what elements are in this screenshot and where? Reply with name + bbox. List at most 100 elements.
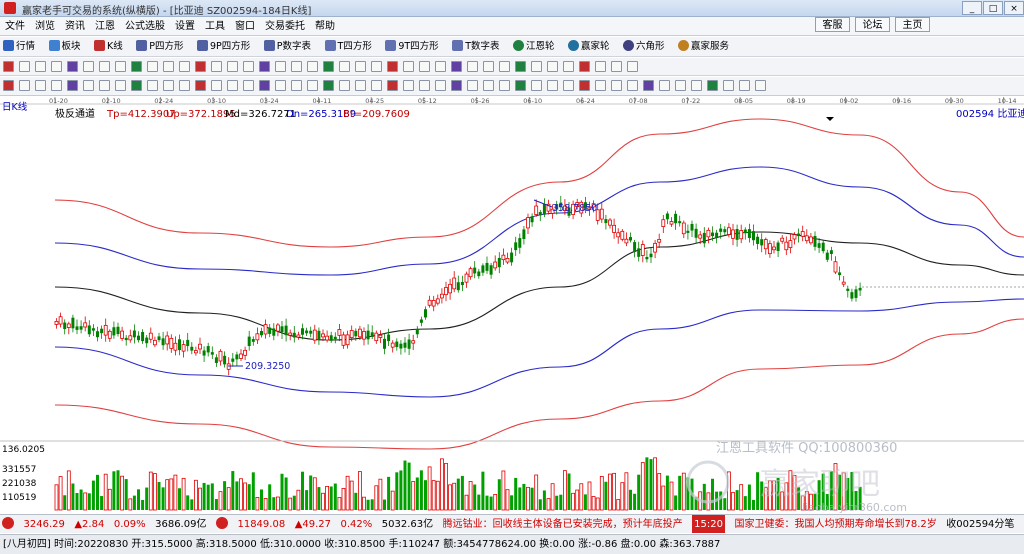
- draw-tool-icon[interactable]: [387, 61, 398, 72]
- link-service[interactable]: 客服: [815, 17, 850, 32]
- nav-tool-icon[interactable]: [163, 80, 174, 91]
- tool-p-square[interactable]: P四方形: [136, 37, 190, 56]
- link-forum[interactable]: 论坛: [855, 17, 890, 32]
- nav-tool-icon[interactable]: [387, 80, 398, 91]
- sz-index[interactable]: 11849.08: [237, 515, 285, 533]
- menu-info[interactable]: 资讯: [60, 17, 90, 35]
- watch-ticks[interactable]: 收002594分笔: [946, 515, 1014, 533]
- nav-tool-icon[interactable]: [371, 80, 382, 91]
- tool-9t-square[interactable]: 9T四方形: [385, 37, 445, 56]
- kline-chart-svg[interactable]: 01-20 02-10 02-24 03-10 03-24 04-11 04-25 05-12…: [0, 97, 1024, 514]
- draw-tool-icon[interactable]: [515, 61, 526, 72]
- menu-trade[interactable]: 交易委托: [260, 17, 310, 35]
- sh-index[interactable]: 3246.29: [24, 515, 65, 533]
- nav-tool-icon[interactable]: [67, 80, 78, 91]
- nav-tool-icon[interactable]: [19, 80, 30, 91]
- draw-tool-icon[interactable]: [419, 61, 430, 72]
- nav-tool-icon[interactable]: [451, 80, 462, 91]
- tool-winner-wheel[interactable]: 赢家轮: [568, 37, 617, 56]
- nav-tool-icon[interactable]: [531, 80, 542, 91]
- draw-tool-icon[interactable]: [227, 61, 238, 72]
- draw-tool-icon[interactable]: [547, 61, 558, 72]
- nav-tool-icon[interactable]: [339, 80, 350, 91]
- tool-winner-service[interactable]: 赢家服务: [678, 37, 736, 56]
- tool-t-table[interactable]: T数字表: [452, 37, 506, 56]
- tool-hexagon[interactable]: 六角形: [623, 37, 672, 56]
- nav-tool-icon[interactable]: [403, 80, 414, 91]
- maximize-button[interactable]: □: [983, 1, 1003, 15]
- draw-tool-icon[interactable]: [163, 61, 174, 72]
- tool-kline[interactable]: K线: [94, 37, 130, 56]
- draw-tool-icon[interactable]: [627, 61, 638, 72]
- draw-tool-icon[interactable]: [339, 61, 350, 72]
- nav-tool-icon[interactable]: [227, 80, 238, 91]
- draw-tool-icon[interactable]: [579, 61, 590, 72]
- draw-tool-icon[interactable]: [115, 61, 126, 72]
- nav-tool-icon[interactable]: [467, 80, 478, 91]
- nav-tool-icon[interactable]: [323, 80, 334, 91]
- menu-settings[interactable]: 设置: [170, 17, 200, 35]
- nav-tool-icon[interactable]: [51, 80, 62, 91]
- menu-gann[interactable]: 江恩: [90, 17, 120, 35]
- draw-tool-icon[interactable]: [403, 61, 414, 72]
- nav-tool-icon[interactable]: [675, 80, 686, 91]
- menu-tools[interactable]: 工具: [200, 17, 230, 35]
- news-ticker-2[interactable]: 国家卫健委：我国人均预期寿命增长到78.2岁: [734, 515, 936, 533]
- nav-tool-icon[interactable]: [259, 80, 270, 91]
- draw-tool-icon[interactable]: [451, 61, 462, 72]
- nav-tool-icon[interactable]: [83, 80, 94, 91]
- kline-chart[interactable]: 01-20 02-10 02-24 03-10 03-24 04-11 04-25 05-12…: [0, 97, 1024, 514]
- tool-sector[interactable]: 板块: [48, 37, 88, 56]
- nav-tool-icon[interactable]: [515, 80, 526, 91]
- draw-tool-icon[interactable]: [211, 61, 222, 72]
- draw-tool-icon[interactable]: [611, 61, 622, 72]
- nav-tool-icon[interactable]: [643, 80, 654, 91]
- nav-tool-icon[interactable]: [547, 80, 558, 91]
- nav-tool-icon[interactable]: [707, 80, 718, 91]
- menu-browse[interactable]: 浏览: [30, 17, 60, 35]
- nav-tool-icon[interactable]: [723, 80, 734, 91]
- nav-tool-icon[interactable]: [499, 80, 510, 91]
- nav-tool-icon[interactable]: [115, 80, 126, 91]
- draw-tool-icon[interactable]: [275, 61, 286, 72]
- tool-quotes[interactable]: 行情: [3, 37, 42, 56]
- tool-t-square[interactable]: T四方形: [324, 37, 379, 56]
- draw-tool-icon[interactable]: [563, 61, 574, 72]
- nav-tool-icon[interactable]: [755, 80, 766, 91]
- draw-tool-icon[interactable]: [291, 61, 302, 72]
- nav-tool-icon[interactable]: [483, 80, 494, 91]
- nav-tool-icon[interactable]: [131, 80, 142, 91]
- draw-tool-icon[interactable]: [83, 61, 94, 72]
- draw-tool-icon[interactable]: [35, 61, 46, 72]
- draw-tool-icon[interactable]: [323, 61, 334, 72]
- nav-tool-icon[interactable]: [147, 80, 158, 91]
- tool-p-table[interactable]: P数字表: [263, 37, 318, 56]
- nav-tool-icon[interactable]: [307, 80, 318, 91]
- nav-tool-icon[interactable]: [579, 80, 590, 91]
- nav-tool-icon[interactable]: [355, 80, 366, 91]
- nav-tool-icon[interactable]: [291, 80, 302, 91]
- draw-tool-icon[interactable]: [3, 61, 14, 72]
- nav-tool-icon[interactable]: [739, 80, 750, 91]
- draw-tool-icon[interactable]: [595, 61, 606, 72]
- menu-formula[interactable]: 公式选股: [120, 17, 170, 35]
- nav-tool-icon[interactable]: [99, 80, 110, 91]
- nav-tool-icon[interactable]: [275, 80, 286, 91]
- nav-tool-icon[interactable]: [691, 80, 702, 91]
- nav-tool-icon[interactable]: [627, 80, 638, 91]
- draw-tool-icon[interactable]: [467, 61, 478, 72]
- tool-9p-square[interactable]: 9P四方形: [197, 37, 257, 56]
- minimize-button[interactable]: _: [962, 1, 982, 15]
- draw-tool-icon[interactable]: [355, 61, 366, 72]
- draw-tool-icon[interactable]: [259, 61, 270, 72]
- draw-tool-icon[interactable]: [307, 61, 318, 72]
- news-ticker-1[interactable]: 腾远钴业：回收线主体设备已安装完成，预计年底投产: [443, 515, 683, 533]
- link-home[interactable]: 主页: [895, 17, 930, 32]
- nav-tool-icon[interactable]: [179, 80, 190, 91]
- draw-tool-icon[interactable]: [243, 61, 254, 72]
- nav-tool-icon[interactable]: [195, 80, 206, 91]
- draw-tool-icon[interactable]: [195, 61, 206, 72]
- draw-tool-icon[interactable]: [179, 61, 190, 72]
- nav-tool-icon[interactable]: [611, 80, 622, 91]
- nav-tool-icon[interactable]: [419, 80, 430, 91]
